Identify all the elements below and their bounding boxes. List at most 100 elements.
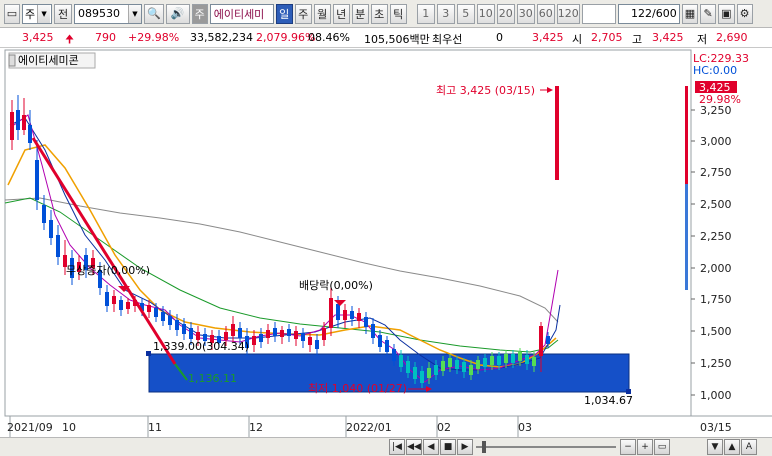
zoom-out-icon[interactable]: − [620, 439, 636, 455]
y-tick-label: 2,000 [700, 262, 732, 275]
candle [518, 352, 522, 361]
candle [350, 311, 354, 319]
period-tick-button[interactable]: 틱 [389, 3, 407, 24]
period-minute-button[interactable]: 분 [351, 3, 369, 24]
period-year-button[interactable]: 년 [332, 3, 350, 24]
chart-svg[interactable]: 에이티세미콘 1,136.11 무상증자(0,00%) 배당락(0,00%) 1… [0, 48, 772, 438]
search-icon[interactable]: 🔍 [144, 3, 164, 24]
font-size-icon[interactable]: A [741, 439, 757, 455]
chevron-down-icon[interactable]: ▼ [37, 4, 51, 23]
candle [112, 296, 116, 304]
interval-1-button[interactable]: 1 [416, 3, 435, 24]
candle [420, 371, 424, 383]
period-week-button[interactable]: 주 [294, 3, 312, 24]
x-tick-label: 10 [62, 421, 76, 434]
interval-120-button[interactable]: 120 [556, 3, 580, 24]
candle [42, 205, 46, 223]
stop-icon[interactable]: ■ [440, 439, 456, 455]
zoom-slider[interactable] [476, 446, 616, 448]
candle [105, 292, 109, 306]
interval-20-button[interactable]: 20 [496, 3, 515, 24]
period-day-button[interactable]: 일 [275, 3, 293, 24]
candle [252, 336, 256, 345]
chevron-down-icon[interactable]: ▼ [128, 4, 141, 23]
gear-icon[interactable]: ⚙ [736, 3, 753, 24]
count-input[interactable]: 122/600 [617, 3, 680, 24]
candle [119, 300, 123, 310]
candle [161, 312, 165, 321]
candle [343, 310, 347, 320]
save-icon[interactable]: ▣ [718, 3, 735, 24]
candle [238, 328, 242, 338]
y-tick-label: 1,750 [700, 293, 732, 306]
x-tick-label: 03 [518, 421, 532, 434]
candle [441, 361, 445, 371]
interval-3-button[interactable]: 3 [436, 3, 455, 24]
stock-code-input[interactable]: 089530 ▼ [74, 3, 142, 24]
y-tick-label: 1,250 [700, 357, 732, 370]
candle [280, 330, 284, 337]
speaker-icon[interactable]: 🔊 [165, 3, 190, 24]
low-label: 저 [697, 33, 708, 46]
scroll-down-icon[interactable]: ▼ [707, 439, 723, 455]
candle [378, 335, 382, 347]
interval-10-button[interactable]: 10 [476, 3, 495, 24]
candle [231, 324, 235, 336]
high-value: 3,425 [652, 31, 684, 44]
candle [35, 160, 39, 200]
candle [126, 302, 130, 309]
candle [315, 340, 319, 349]
turnover-value: 08.46% [308, 31, 350, 44]
chart-size-icon[interactable]: ▭ [654, 439, 670, 455]
back-icon[interactable]: ◀ [423, 439, 439, 455]
first-page-icon[interactable]: |◀ [389, 439, 405, 455]
low-value: 2,690 [716, 31, 748, 44]
hc-label: HC:0.00 [693, 64, 737, 77]
y-axis-labels: 3,250 3,000 2,750 2,500 2,250 2,000 1,75… [691, 104, 732, 402]
high-label: 고 [632, 33, 643, 46]
y-tick-label: 2,250 [700, 230, 732, 243]
candle [469, 365, 473, 375]
candle [147, 305, 151, 312]
candle [49, 220, 53, 238]
zoom-slider-handle[interactable] [482, 441, 486, 453]
interval-30-button[interactable]: 30 [516, 3, 535, 24]
chart-navigation-bar: |◀ ◀◀ ◀ ■ ▶ − + ▭ ▼ ▲ A [0, 437, 772, 456]
candle [308, 337, 312, 345]
y-tick-label: 3,000 [700, 135, 732, 148]
interval-input-spacer[interactable] [581, 3, 616, 24]
candle [539, 326, 543, 356]
candle [175, 320, 179, 330]
y-tick-label: 1,500 [700, 325, 732, 338]
volume-pct-value: 2,079.96% [256, 31, 316, 44]
grid-settings-icon[interactable]: ▦ [681, 3, 699, 24]
price-value: 3,425 [22, 31, 54, 44]
candle [259, 334, 263, 342]
candle [455, 360, 459, 369]
candle [476, 360, 480, 369]
zoom-in-icon[interactable]: + [637, 439, 653, 455]
x-tick-label: 12 [249, 421, 263, 434]
stock-name-field: 에이티세미 [209, 3, 274, 24]
ex-dividend-label: 배당락(0,00%) [299, 279, 373, 292]
window-icon[interactable]: ▭ [4, 3, 20, 24]
box-handle[interactable] [146, 351, 151, 356]
y-tick-label: 2,500 [700, 198, 732, 211]
candle [301, 333, 305, 341]
scroll-up-icon[interactable]: ▲ [724, 439, 740, 455]
forward-icon[interactable]: ▶ [457, 439, 473, 455]
interval-60-button[interactable]: 60 [536, 3, 555, 24]
price-chart[interactable]: 에이티세미콘 1,136.11 무상증자(0,00%) 배당락(0,00%) 1… [0, 48, 772, 438]
market-type-select[interactable]: 주 ▼ [22, 3, 52, 24]
period-month-button[interactable]: 월 [313, 3, 331, 24]
change-pct-value: +29.98% [128, 31, 180, 44]
view-mode-button[interactable]: 전 [54, 3, 72, 24]
candle [371, 324, 375, 338]
fast-back-icon[interactable]: ◀◀ [406, 439, 422, 455]
interval-5-button[interactable]: 5 [456, 3, 475, 24]
period-second-button[interactable]: 초 [370, 3, 388, 24]
candle [28, 125, 32, 143]
high-annotation: 최고 3,425 (03/15) [436, 84, 535, 97]
volume-value: 33,582,234 [190, 31, 253, 44]
indicator-icon[interactable]: ✎ [700, 3, 717, 24]
